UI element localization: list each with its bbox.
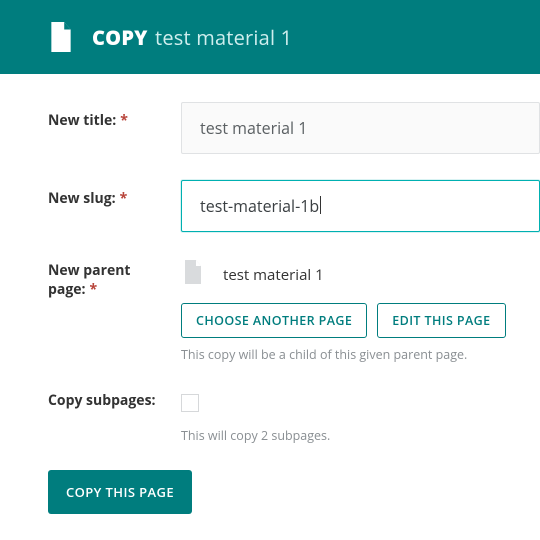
required-marker: * (120, 189, 128, 208)
label-parent: New parent page:* (48, 258, 181, 300)
label-title: New title:* (48, 102, 181, 131)
field-slug: New slug:* test-material-1b (48, 180, 540, 232)
slug-input[interactable]: test-material-1b (181, 180, 540, 232)
slug-value: test-material-1b (200, 195, 319, 217)
copy-subpages-checkbox[interactable] (181, 394, 199, 412)
field-title: New title:* (48, 102, 540, 154)
parent-page-name: test material 1 (223, 265, 324, 285)
document-icon (181, 258, 205, 291)
required-marker: * (120, 111, 128, 130)
copy-this-page-button[interactable]: COPY THIS PAGE (48, 470, 192, 514)
document-icon (48, 22, 74, 52)
text-caret (320, 196, 321, 214)
title-input[interactable] (181, 102, 540, 154)
choose-another-page-button[interactable]: CHOOSE ANOTHER PAGE (181, 303, 367, 338)
label-slug: New slug:* (48, 180, 181, 209)
edit-this-page-button[interactable]: EDIT THIS PAGE (377, 303, 505, 338)
required-marker: * (90, 280, 98, 299)
field-parent: New parent page:* test material 1 CHOOSE… (48, 258, 540, 364)
parent-help-text: This copy will be a child of this given … (181, 346, 540, 364)
field-subpages: Copy subpages: This will copy 2 subpages… (48, 390, 540, 445)
form: New title:* New slug:* test-material-1b … (0, 74, 540, 514)
subpages-help-text: This will copy 2 subpages. (181, 427, 540, 445)
parent-page-display: test material 1 (181, 258, 540, 291)
label-subpages: Copy subpages: (48, 390, 181, 411)
page-title: COPY test material 1 (92, 24, 292, 51)
page-header: COPY test material 1 (0, 0, 540, 74)
